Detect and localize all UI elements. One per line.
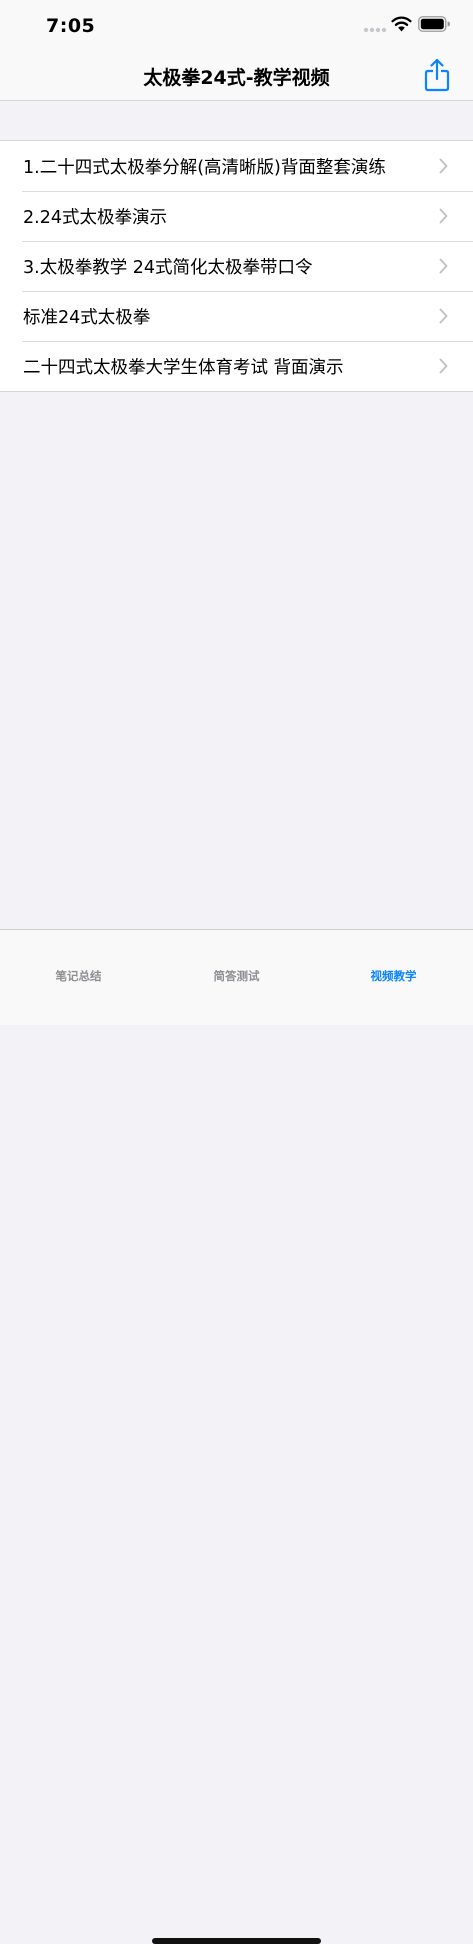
chevron-right-icon	[439, 258, 448, 274]
status-time: 7:05	[46, 15, 96, 37]
chevron-right-icon	[439, 308, 448, 324]
chevron-right-icon	[439, 158, 448, 174]
status-bar: 7:05	[0, 0, 473, 52]
video-list: 1.二十四式太极拳分解(高清晰版)背面整套演练 2.24式太极拳演示 3.太极拳…	[0, 140, 473, 392]
share-icon[interactable]	[423, 58, 451, 92]
tab-quiz[interactable]: 简答测试	[158, 968, 315, 984]
list-item-label: 1.二十四式太极拳分解(高清晰版)背面整套演练	[23, 158, 386, 178]
list-item-label: 二十四式太极拳大学生体育考试 背面演示	[23, 358, 344, 378]
list-item[interactable]: 1.二十四式太极拳分解(高清晰版)背面整套演练	[0, 141, 473, 191]
list-item[interactable]: 标准24式太极拳	[0, 291, 473, 341]
tab-notes-summary[interactable]: 笔记总结	[0, 968, 157, 984]
list-item[interactable]: 2.24式太极拳演示	[0, 191, 473, 241]
chevron-right-icon	[439, 208, 448, 224]
list-item[interactable]: 二十四式太极拳大学生体育考试 背面演示	[0, 341, 473, 391]
tab-bar: 笔记总结 简答测试 视频教学	[0, 929, 473, 1944]
home-indicator[interactable]	[152, 1938, 321, 1944]
list-item-label: 2.24式太极拳演示	[23, 208, 167, 228]
page-title: 太极拳24式-教学视频	[143, 67, 330, 89]
list-item-label: 3.太极拳教学 24式简化太极拳带口令	[23, 258, 313, 278]
tab-video-teaching[interactable]: 视频教学	[315, 968, 472, 984]
list-item-label: 标准24式太极拳	[23, 308, 151, 328]
cellular-signal-icon	[363, 27, 387, 33]
navigation-bar: 太极拳24式-教学视频	[0, 52, 473, 101]
wifi-icon	[391, 16, 412, 32]
battery-icon	[418, 16, 450, 32]
chevron-right-icon	[439, 358, 448, 374]
list-item[interactable]: 3.太极拳教学 24式简化太极拳带口令	[0, 241, 473, 291]
